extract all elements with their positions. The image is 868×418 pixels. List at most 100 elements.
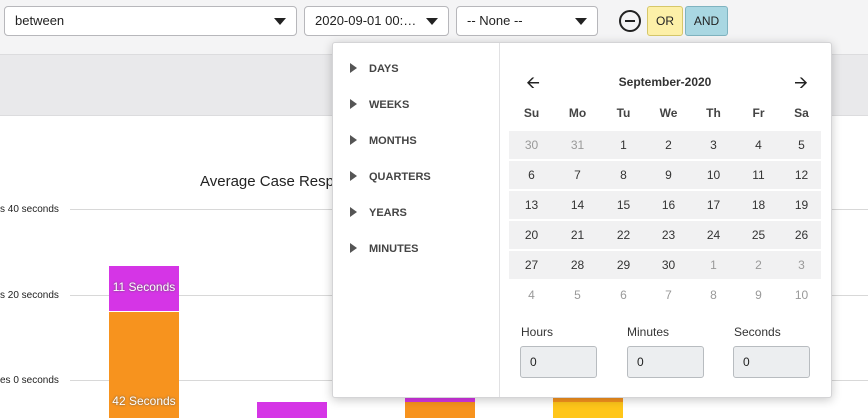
- bar-segment[interactable]: [553, 402, 623, 418]
- weekday-label: We: [659, 106, 678, 120]
- calendar-day[interactable]: 11: [736, 161, 781, 189]
- hours-label: Hours: [521, 325, 554, 339]
- arrow-right-icon[interactable]: 🡪: [791, 73, 811, 93]
- calendar-day[interactable]: 19: [779, 191, 824, 219]
- calendar-day[interactable]: 27: [509, 251, 554, 279]
- arrow-left-icon[interactable]: 🡨: [523, 73, 543, 93]
- weekday-label: Su: [523, 106, 540, 120]
- range-shortcuts: DAYS WEEKS MONTHS QUARTERS YEARS MINUTES: [333, 43, 500, 397]
- calendar-week-row: 6 7 8 9 10 11 12: [509, 161, 821, 189]
- caret-right-icon: [350, 99, 357, 109]
- caret-right-icon: [350, 63, 357, 73]
- weekday-label: Mo: [568, 106, 587, 120]
- calendar-day[interactable]: 3: [779, 251, 824, 279]
- bar-data-label: 42 Seconds: [112, 394, 176, 408]
- calendar-day[interactable]: 4: [509, 281, 554, 309]
- caret-right-icon: [350, 135, 357, 145]
- calendar-day[interactable]: 15: [601, 191, 646, 219]
- calendar-day[interactable]: 13: [509, 191, 554, 219]
- calendar-day[interactable]: 9: [646, 161, 691, 189]
- caret-right-icon: [350, 243, 357, 253]
- calendar-day[interactable]: 10: [779, 281, 824, 309]
- calendar-day[interactable]: 1: [691, 251, 736, 279]
- y-tick-label: es 0 seconds: [0, 375, 59, 386]
- calendar-day[interactable]: 21: [555, 221, 600, 249]
- shortcut-label: WEEKS: [369, 99, 410, 111]
- shortcut-minutes[interactable]: MINUTES: [350, 239, 419, 259]
- calendar-day[interactable]: 14: [555, 191, 600, 219]
- calendar-week-row: 30 31 1 2 3 4 5: [509, 131, 821, 159]
- minutes-input[interactable]: [627, 346, 704, 378]
- calendar-day[interactable]: 30: [509, 131, 554, 159]
- caret-right-icon: [350, 207, 357, 217]
- calendar-day[interactable]: 3: [691, 131, 736, 159]
- caret-right-icon: [350, 171, 357, 181]
- bar-segment[interactable]: [257, 402, 327, 418]
- calendar-day[interactable]: 7: [555, 161, 600, 189]
- shortcut-label: YEARS: [369, 207, 407, 219]
- calendar-day[interactable]: 5: [555, 281, 600, 309]
- weekday-label: Sa: [794, 106, 809, 120]
- date-picker-popover: DAYS WEEKS MONTHS QUARTERS YEARS MINUTES…: [332, 42, 832, 398]
- shortcut-weeks[interactable]: WEEKS: [350, 95, 409, 115]
- operator-select[interactable]: between: [4, 6, 297, 36]
- or-button[interactable]: OR: [647, 6, 683, 36]
- calendar-day[interactable]: 2: [646, 131, 691, 159]
- calendar-day[interactable]: 16: [646, 191, 691, 219]
- shortcut-months[interactable]: MONTHS: [350, 131, 417, 151]
- weekday-label: Fr: [752, 106, 765, 120]
- calendar-day[interactable]: 8: [601, 161, 646, 189]
- seconds-label: Seconds: [734, 325, 781, 339]
- calendar-day[interactable]: 6: [601, 281, 646, 309]
- month-title: September-2020: [618, 75, 712, 89]
- weekday-label: Th: [706, 106, 721, 120]
- calendar-day[interactable]: 4: [736, 131, 781, 159]
- shortcut-label: MONTHS: [369, 135, 417, 147]
- remove-condition-icon[interactable]: [619, 10, 641, 32]
- calendar-day[interactable]: 26: [779, 221, 824, 249]
- calendar-day[interactable]: 7: [646, 281, 691, 309]
- calendar-day[interactable]: 1: [601, 131, 646, 159]
- calendar-week-row: 27 28 29 30 1 2 3: [509, 251, 821, 279]
- bar-data-label: 11 Seconds: [112, 280, 176, 294]
- calendar-day[interactable]: 30: [646, 251, 691, 279]
- bar-segment[interactable]: [405, 402, 475, 418]
- calendar-day[interactable]: 23: [646, 221, 691, 249]
- calendar-day[interactable]: 28: [555, 251, 600, 279]
- calendar-day[interactable]: 8: [691, 281, 736, 309]
- bar-segment-42-seconds[interactable]: 42 Seconds: [109, 312, 179, 418]
- calendar-day[interactable]: 6: [509, 161, 554, 189]
- calendar-day[interactable]: 24: [691, 221, 736, 249]
- and-button[interactable]: AND: [685, 6, 728, 36]
- chevron-down-icon: [575, 18, 587, 25]
- minutes-label: Minutes: [627, 325, 670, 339]
- calendar-day[interactable]: 5: [779, 131, 824, 159]
- calendar-day[interactable]: 9: [736, 281, 781, 309]
- calendar-week-row: 4 5 6 7 8 9 10: [509, 281, 821, 309]
- from-date-select[interactable]: 2020-09-01 00:00...: [304, 6, 449, 36]
- calendar-week-row: 20 21 22 23 24 25 26: [509, 221, 821, 249]
- calendar-day[interactable]: 25: [736, 221, 781, 249]
- calendar-day[interactable]: 10: [691, 161, 736, 189]
- shortcut-quarters[interactable]: QUARTERS: [350, 167, 431, 187]
- to-date-select[interactable]: -- None --: [456, 6, 598, 36]
- calendar-day[interactable]: 12: [779, 161, 824, 189]
- shortcut-years[interactable]: YEARS: [350, 203, 407, 223]
- calendar-day[interactable]: 2: [736, 251, 781, 279]
- calendar-header: 🡨 September-2020 🡪: [509, 73, 821, 95]
- calendar-day[interactable]: 22: [601, 221, 646, 249]
- calendar-day[interactable]: 29: [601, 251, 646, 279]
- to-date-value: -- None --: [467, 13, 523, 28]
- calendar-day[interactable]: 17: [691, 191, 736, 219]
- y-tick-label: s 40 seconds: [0, 204, 59, 215]
- bar-segment-11-seconds[interactable]: 11 Seconds: [109, 266, 179, 312]
- seconds-input[interactable]: [733, 346, 810, 378]
- calendar-day[interactable]: 31: [555, 131, 600, 159]
- calendar-day[interactable]: 20: [509, 221, 554, 249]
- calendar-day[interactable]: 18: [736, 191, 781, 219]
- shortcut-label: DAYS: [369, 63, 399, 75]
- shortcut-days[interactable]: DAYS: [350, 59, 399, 79]
- hours-input[interactable]: [520, 346, 597, 378]
- shortcut-label: MINUTES: [369, 243, 419, 255]
- shortcut-label: QUARTERS: [369, 171, 431, 183]
